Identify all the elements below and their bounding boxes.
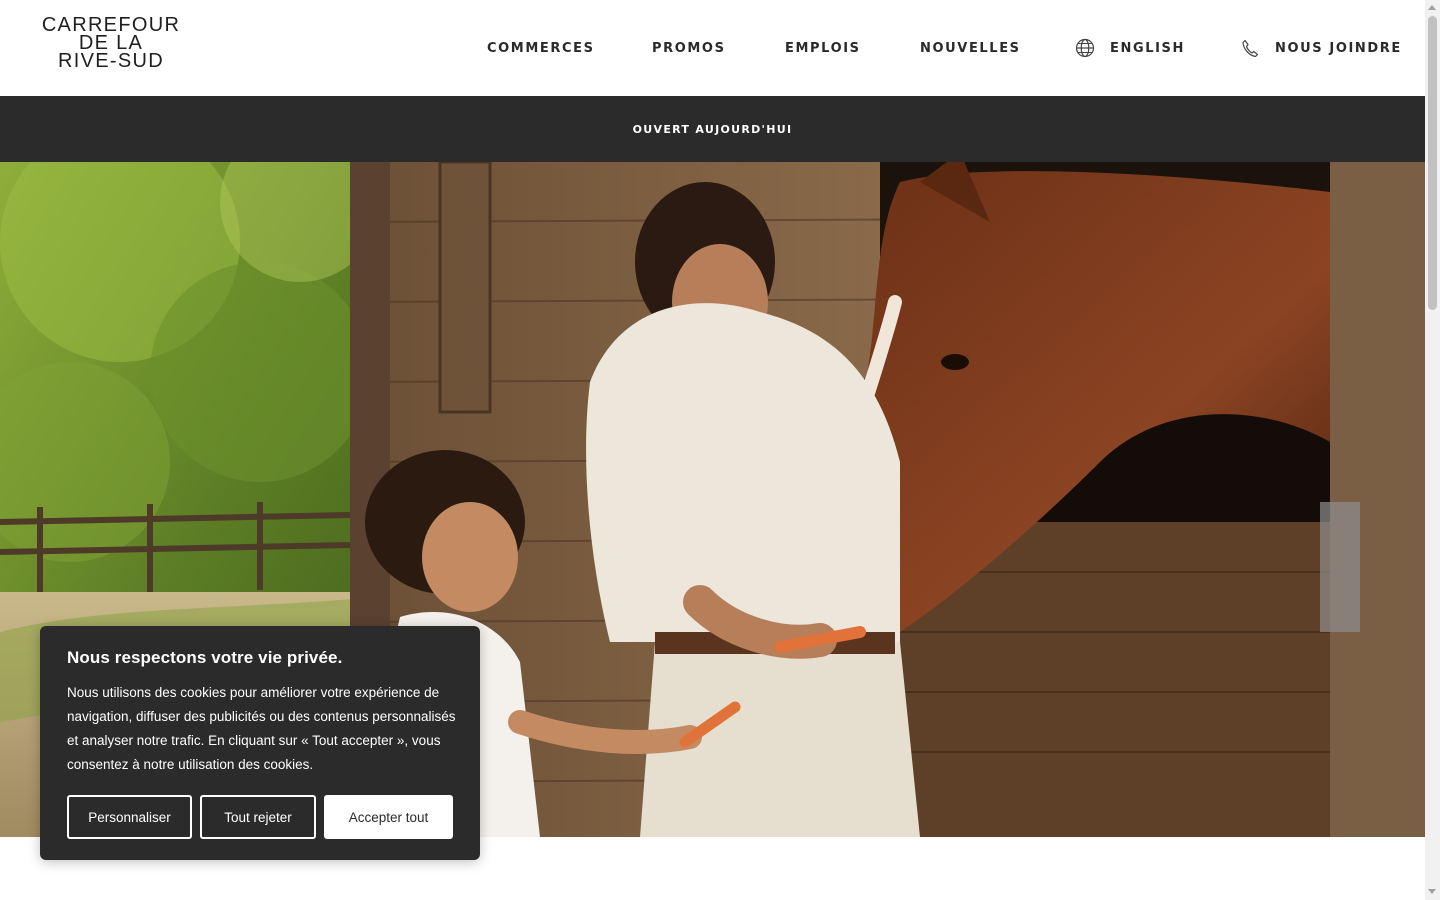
logo-line-3: RIVE-SUD: [58, 50, 164, 72]
open-today-text[interactable]: OUVERT AUJOURD'HUI: [633, 123, 793, 136]
nav-nouvelles[interactable]: NOUVELLES: [920, 0, 1021, 96]
nav-promos[interactable]: PROMOS: [652, 0, 726, 96]
nav-promos-label: PROMOS: [652, 40, 726, 56]
scroll-down-arrow-icon[interactable]: [1428, 889, 1436, 894]
customize-button-label: Personnaliser: [88, 809, 171, 825]
site-logo[interactable]: CARREFOUR DE LA RIVE-SUD: [22, 15, 200, 72]
open-today-bar: OUVERT AUJOURD'HUI: [0, 96, 1425, 162]
nav-language-toggle[interactable]: ENGLISH: [1075, 0, 1185, 96]
page-scrollbar[interactable]: [1425, 0, 1440, 900]
nav-emplois[interactable]: EMPLOIS: [785, 0, 861, 96]
nav-contact-label: NOUS JOINDRE: [1275, 40, 1402, 56]
nav-nouvelles-label: NOUVELLES: [920, 40, 1021, 56]
reject-all-button-label: Tout rejeter: [224, 809, 292, 825]
cookie-banner-title: Nous respectons votre vie privée.: [67, 648, 343, 667]
cookie-consent-banner: Nous respectons votre vie privée. Nous u…: [40, 626, 480, 860]
reject-all-button[interactable]: Tout rejeter: [200, 795, 316, 839]
phone-icon: [1240, 38, 1260, 58]
cookie-banner-body: Nous utilisons des cookies pour améliore…: [67, 685, 456, 772]
nav-commerces[interactable]: COMMERCES: [487, 0, 595, 96]
globe-icon: [1075, 38, 1095, 58]
nav-commerces-label: COMMERCES: [487, 40, 595, 56]
nav-language-label: ENGLISH: [1110, 40, 1185, 56]
scroll-up-arrow-icon[interactable]: [1428, 5, 1436, 10]
nav-emplois-label: EMPLOIS: [785, 40, 861, 56]
accept-all-button[interactable]: Accepter tout: [324, 795, 453, 839]
nav-contact[interactable]: NOUS JOINDRE: [1240, 0, 1402, 96]
site-header: CARREFOUR DE LA RIVE-SUD COMMERCES PROMO…: [0, 0, 1425, 96]
accept-all-button-label: Accepter tout: [348, 809, 429, 825]
customize-button[interactable]: Personnaliser: [67, 795, 192, 839]
scroll-thumb[interactable]: [1428, 16, 1437, 310]
